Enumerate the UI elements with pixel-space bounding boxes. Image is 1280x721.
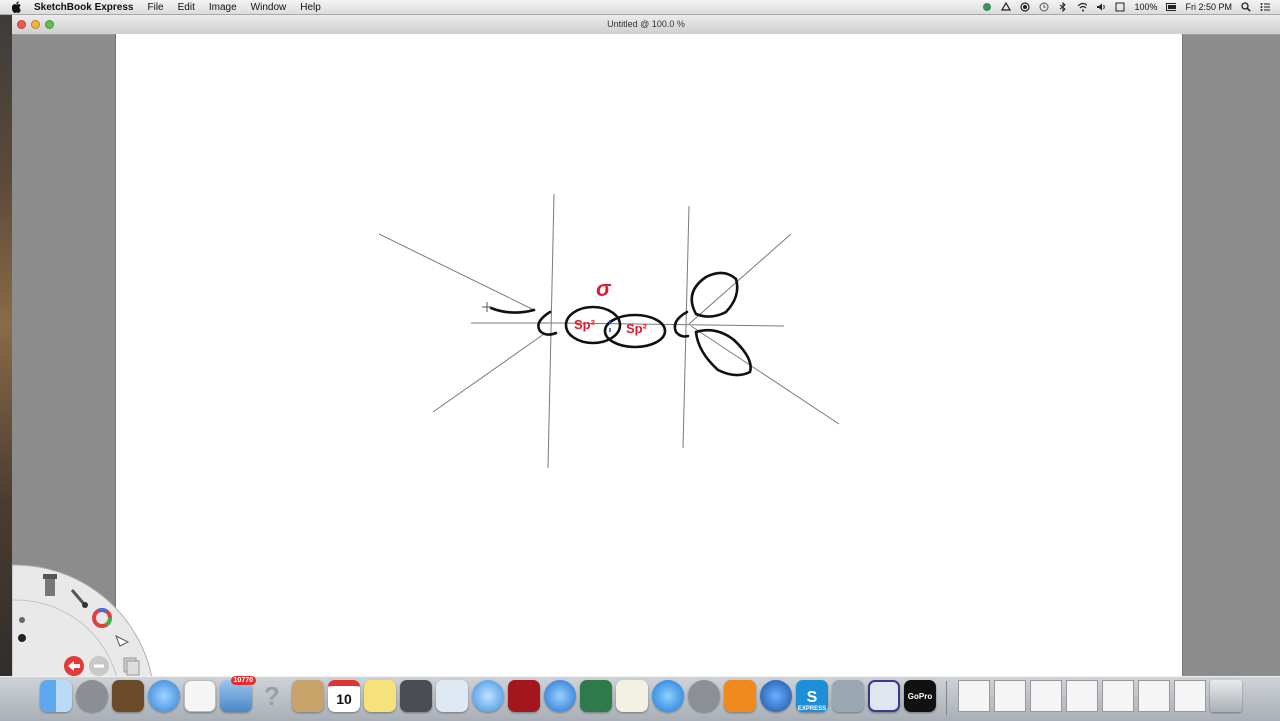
finder-icon[interactable] [40, 680, 72, 712]
bluetooth-icon[interactable] [1058, 2, 1068, 12]
iphoto-icon[interactable] [580, 680, 612, 712]
launchpad-icon[interactable] [76, 680, 108, 712]
window-titlebar[interactable]: Untitled @ 100.0 % [12, 15, 1280, 35]
guide-lines [378, 193, 840, 469]
undo-button[interactable] [64, 656, 84, 676]
contacts-icon[interactable] [292, 680, 324, 712]
menu-image[interactable]: Image [209, 2, 237, 13]
sketch-drawing: σ Sp² Sp² [378, 193, 840, 469]
sync-icon[interactable] [982, 2, 992, 12]
sketchbook-express-icon[interactable]: S EXPRESS [796, 680, 828, 712]
facetime-icon[interactable] [400, 680, 432, 712]
sketchbook-window: Untitled @ 100.0 % σ Sp² Sp² [12, 15, 1280, 678]
app-name-menu[interactable]: SketchBook Express [34, 2, 134, 13]
preview-icon[interactable] [436, 680, 468, 712]
system-preferences-icon[interactable] [688, 680, 720, 712]
window-title: Untitled @ 100.0 % [607, 19, 685, 29]
dock-separator [946, 681, 947, 715]
help-question-icon[interactable]: ? [256, 680, 288, 712]
menu-bar: SketchBook Express File Edit Image Windo… [0, 0, 1280, 15]
volume-icon[interactable] [1096, 2, 1106, 12]
document-thumbnail-3[interactable] [1066, 680, 1098, 712]
calendar-day: 10 [336, 691, 352, 707]
mail-badge: 10770 [230, 676, 256, 685]
dock: 10770 ? 10 S EXPRESS GoPro [0, 676, 1280, 721]
left-sp2-label: Sp² [574, 317, 596, 332]
tools-icon[interactable] [43, 574, 57, 596]
time-machine-icon[interactable] [1039, 2, 1049, 12]
gopro-label: GoPro [907, 691, 933, 701]
mail-icon[interactable]: 10770 [220, 676, 256, 712]
red-annotations: σ Sp² Sp² [574, 276, 648, 336]
document-thumbnail-4[interactable] [1102, 680, 1134, 712]
layers-icon[interactable] [123, 657, 140, 676]
photo-slideshow-icon[interactable] [112, 680, 144, 712]
record-icon[interactable] [1020, 2, 1031, 12]
menu-edit[interactable]: Edit [178, 2, 195, 13]
ibooks-icon[interactable] [724, 680, 756, 712]
document-thumbnail-5[interactable] [1138, 680, 1170, 712]
battery-icon[interactable] [1166, 2, 1177, 12]
app-store-icon[interactable] [652, 680, 684, 712]
apple-menu-icon[interactable] [12, 1, 24, 13]
right-sp2-label: Sp² [626, 321, 648, 336]
sketchbook-dock-label: EXPRESS [797, 706, 827, 712]
textedit-icon[interactable] [616, 680, 648, 712]
photo-booth-icon[interactable] [508, 680, 540, 712]
sigma-label: σ [596, 276, 612, 301]
status-area: 100% Fri 2:50 PM [982, 2, 1270, 12]
recycle-icon[interactable] [1001, 2, 1012, 12]
menubar-clock[interactable]: Fri 2:50 PM [1185, 2, 1232, 12]
cursor-crosshair [482, 302, 492, 312]
input-source-icon[interactable] [1115, 2, 1125, 12]
menu-window[interactable]: Window [251, 2, 287, 13]
safari-icon[interactable] [148, 680, 180, 712]
image-capture-icon[interactable] [832, 680, 864, 712]
reminders-icon[interactable] [184, 680, 216, 712]
battery-percent[interactable]: 100% [1134, 2, 1157, 12]
spotlight-icon[interactable] [1241, 2, 1251, 12]
dock-apps: 10770 ? 10 S EXPRESS GoPro [40, 676, 936, 712]
lagoon-toolbar [12, 564, 153, 679]
document-thumbnail-2[interactable] [1030, 680, 1062, 712]
redo-button[interactable] [89, 656, 109, 676]
lower-right-lobe [694, 328, 752, 377]
gopro-icon[interactable]: GoPro [904, 680, 936, 712]
quicktime-icon[interactable] [760, 680, 792, 712]
wifi-icon[interactable] [1077, 2, 1088, 12]
menu-help[interactable]: Help [300, 2, 321, 13]
dock-documents [958, 680, 1242, 712]
stickies-icon[interactable] [364, 680, 396, 712]
calendar-icon[interactable]: 10 [328, 680, 360, 712]
photo-app-icon[interactable] [868, 680, 900, 712]
menu-file[interactable]: File [148, 2, 164, 13]
notification-center-icon[interactable] [1260, 2, 1270, 12]
itunes-icon[interactable] [544, 680, 576, 712]
black-ink-strokes [489, 271, 752, 377]
left-stroke [489, 306, 536, 314]
messages-icon[interactable] [472, 680, 504, 712]
preview-document-thumbnail[interactable] [958, 680, 990, 712]
upper-right-lobe [690, 271, 739, 318]
drawing-canvas[interactable]: σ Sp² Sp² [115, 34, 1183, 678]
trash-icon[interactable] [1210, 680, 1242, 712]
document-thumbnail-1[interactable] [994, 680, 1026, 712]
document-thumbnail-6[interactable] [1174, 680, 1206, 712]
